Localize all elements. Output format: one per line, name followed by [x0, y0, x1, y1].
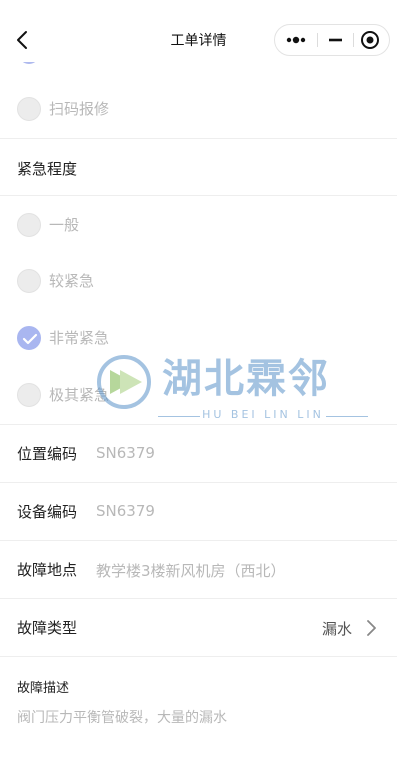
fault-place-row[interactable]: 故障地点 教学楼3楼新风机房（西北） [0, 541, 397, 599]
radio-label: 一般 [49, 216, 80, 234]
radio-label: 扫码报修 [49, 100, 110, 118]
watermark: 湖北霖邻 HU BEI LIN LIN [96, 342, 372, 432]
fault-type-label: 故障类型 [17, 619, 78, 637]
chevron-right-icon [367, 620, 376, 636]
watermark-subtitle: HU BEI LIN LIN [202, 408, 324, 421]
location-code-label: 位置编码 [17, 445, 78, 463]
radio-option-urgent[interactable]: 较紧急 [0, 253, 397, 309]
device-code-value: SN6379 [96, 502, 155, 520]
fault-type-value: 漏水 [321, 620, 352, 638]
fault-place-label: 故障地点 [17, 561, 78, 579]
watermark-title: 湖北霖邻 [162, 355, 330, 402]
device-code-row[interactable]: 设备编码 SN6379 [0, 483, 397, 541]
fault-place-value: 教学楼3楼新风机房（西北） [96, 562, 286, 580]
fault-type-row[interactable]: 故障类型 漏水 [0, 599, 397, 657]
radio-label: 较紧急 [49, 272, 95, 290]
more-button[interactable] [275, 25, 317, 55]
radio-circle[interactable] [17, 269, 41, 293]
divider [0, 138, 397, 139]
minimize-icon [329, 38, 342, 42]
radio-option-scan-repair[interactable]: 扫码报修 [0, 81, 397, 137]
more-dots-icon [286, 36, 306, 44]
radio-option-normal[interactable]: 一般 [0, 197, 397, 253]
device-code-label: 设备编码 [17, 503, 78, 521]
urgency-section-title: 紧急程度 [17, 160, 78, 178]
watermark-logo-icon [97, 355, 151, 409]
radio-circle-checked[interactable] [17, 326, 41, 350]
radio-circle[interactable] [17, 213, 41, 237]
fault-description-value: 阀门压力平衡管破裂，大量的漏水 [17, 710, 227, 726]
divider [0, 656, 397, 657]
target-close-icon [361, 31, 379, 49]
navigation-bar: 工单详情 [0, 0, 397, 80]
radio-circle[interactable] [17, 97, 41, 121]
fault-description-label: 故障描述 [17, 681, 70, 696]
checkmark-icon [22, 333, 38, 345]
location-code-value: SN6379 [96, 444, 155, 462]
mini-program-capsule [274, 24, 390, 56]
minimize-button[interactable] [318, 25, 353, 55]
divider [0, 195, 397, 196]
watermark-line-right [326, 416, 368, 417]
radio-circle[interactable] [17, 383, 41, 407]
location-code-row[interactable]: 位置编码 SN6379 [0, 425, 397, 483]
close-program-button[interactable] [354, 25, 390, 55]
